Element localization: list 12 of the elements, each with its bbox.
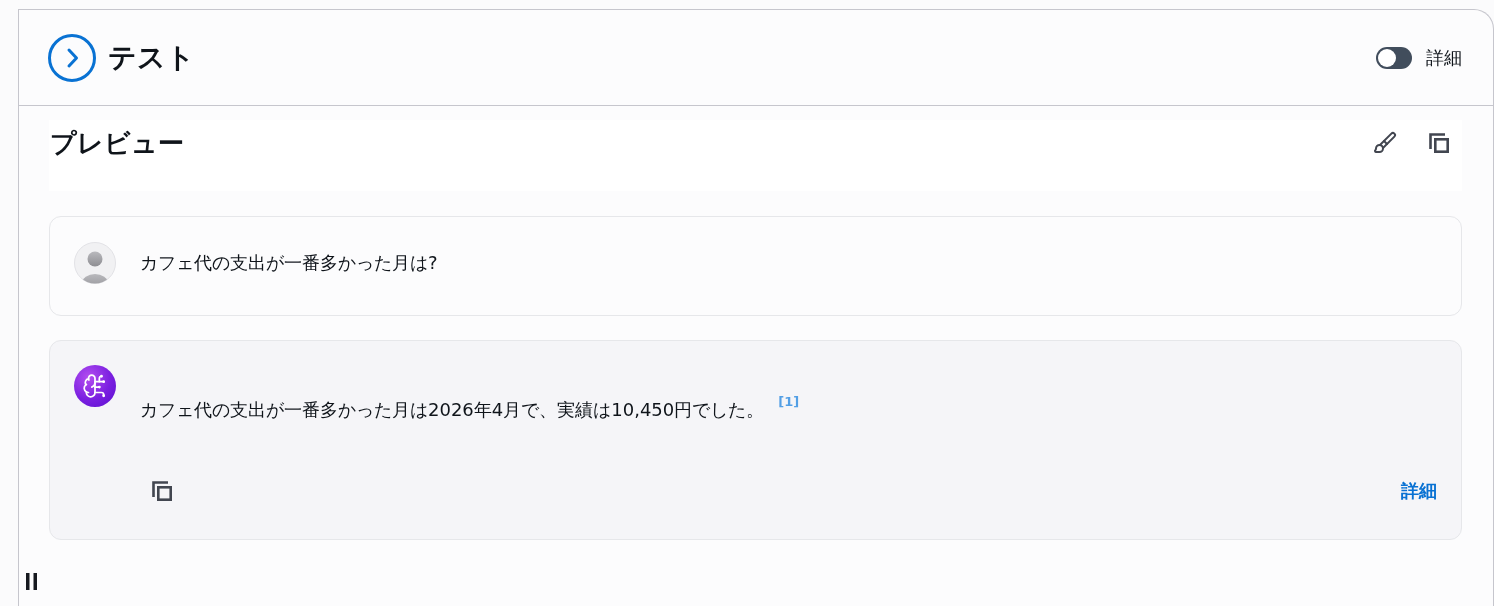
assistant-message-text: カフェ代の支出が一番多かった月は2026年4月で、実績は10,450円でした。 <box>140 398 765 422</box>
chevron-circle-icon[interactable] <box>48 33 96 82</box>
assistant-avatar-icon <box>74 365 116 407</box>
details-toggle[interactable] <box>1376 46 1412 69</box>
drag-handle-icon[interactable] <box>26 573 37 590</box>
user-message-text: カフェ代の支出が一番多かった月は? <box>140 251 438 275</box>
preview-title: プレビュー <box>50 128 184 158</box>
toggle-label: 詳細 <box>1426 45 1462 70</box>
user-avatar-icon <box>74 242 116 284</box>
details-link[interactable]: 詳細 <box>1401 479 1437 503</box>
panel-title: テスト <box>108 39 195 76</box>
citation-link[interactable]: [1] <box>778 394 800 410</box>
